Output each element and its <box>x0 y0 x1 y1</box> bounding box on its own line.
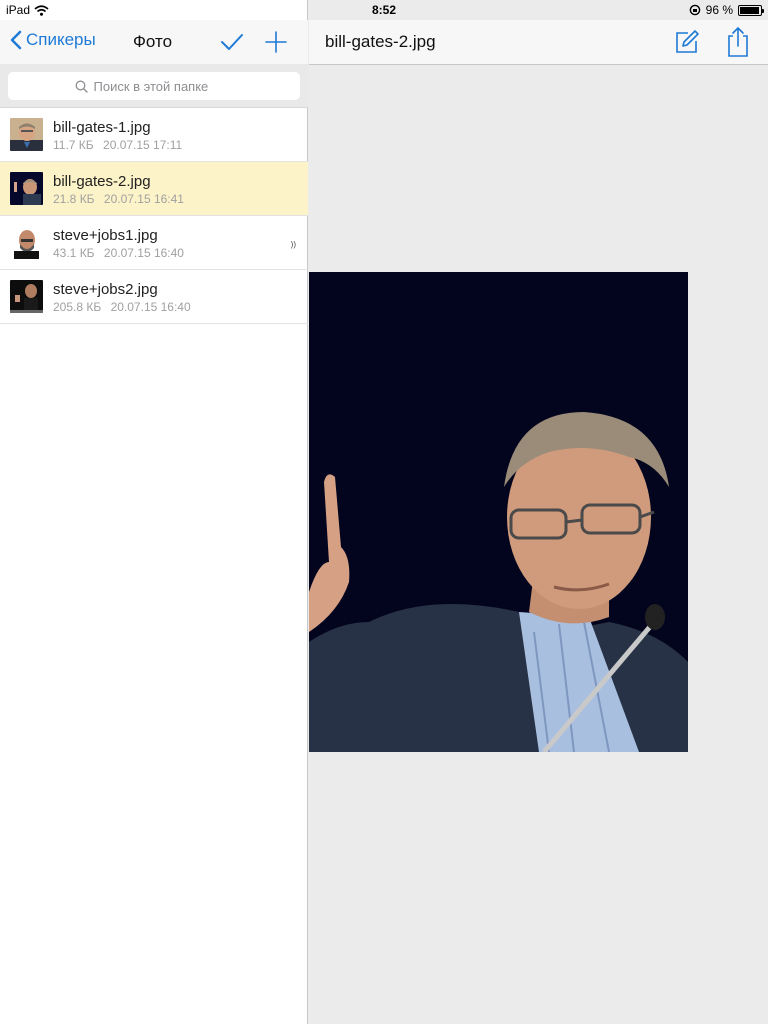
file-size: 11.7 КБ <box>53 138 94 152</box>
chevron-left-icon <box>10 30 22 50</box>
file-meta: 21.8 КБ 20.07.15 16:41 <box>53 192 184 206</box>
file-date: 20.07.15 17:11 <box>103 138 183 152</box>
file-size: 205.8 КБ <box>53 300 102 314</box>
file-meta: 11.7 КБ 20.07.15 17:11 <box>53 138 182 152</box>
file-date: 20.07.15 16:41 <box>103 192 184 206</box>
file-thumbnail <box>10 226 43 259</box>
file-thumbnail <box>10 172 43 205</box>
file-row-bill-gates-1[interactable]: bill-gates-1.jpg 11.7 КБ 20.07.15 17:11 <box>0 108 308 162</box>
file-date: 20.07.15 16:40 <box>103 246 184 260</box>
left-navigation-bar: Спикеры Фото <box>0 20 308 64</box>
file-meta: 43.1 КБ 20.07.15 16:40 <box>53 246 184 260</box>
file-meta: 205.8 КБ 20.07.15 16:40 <box>53 300 191 314</box>
plus-icon <box>265 31 287 53</box>
file-size: 21.8 КБ <box>53 192 95 206</box>
folder-title: Фото <box>133 32 173 51</box>
file-name: bill-gates-2.jpg <box>53 173 151 190</box>
status-bar: iPad 8:52 96 % <box>0 0 768 20</box>
back-button[interactable]: Спикеры <box>10 30 96 50</box>
share-button[interactable] <box>726 26 750 63</box>
battery-percent: 96 % <box>705 3 733 17</box>
checkmark-icon <box>221 34 243 50</box>
file-name: bill-gates-1.jpg <box>53 119 151 136</box>
file-thumbnail <box>10 280 43 313</box>
file-size: 43.1 КБ <box>53 246 95 260</box>
file-name: steve+jobs1.jpg <box>53 227 158 244</box>
status-time: 8:52 <box>371 3 397 17</box>
file-row-steve-jobs-1[interactable]: steve+jobs1.jpg 43.1 КБ 20.07.15 16:40 )… <box>0 216 308 270</box>
search-field[interactable] <box>8 72 300 100</box>
add-button[interactable] <box>264 30 288 59</box>
select-button[interactable] <box>220 30 244 59</box>
status-right: 96 % <box>689 3 764 17</box>
share-icon <box>728 27 748 57</box>
app-root: Спикеры Фото Поиск в этой папке bill-gat… <box>0 0 768 1024</box>
playing-indicator-icon: )) <box>290 240 296 249</box>
search-icon <box>75 80 88 93</box>
edit-button[interactable] <box>674 29 700 60</box>
file-thumbnail <box>10 118 43 151</box>
preview-navigation-bar: bill-gates-2.jpg <box>309 20 768 65</box>
search-input[interactable] <box>93 78 234 94</box>
search-bar <box>0 64 308 108</box>
file-name: steve+jobs2.jpg <box>53 281 158 298</box>
rotation-lock-icon <box>689 4 700 16</box>
edit-icon <box>676 30 699 53</box>
file-list: bill-gates-1.jpg 11.7 КБ 20.07.15 17:11 <box>0 108 308 324</box>
document-title: bill-gates-2.jpg <box>325 32 436 51</box>
file-date: 20.07.15 16:40 <box>110 300 191 314</box>
file-row-steve-jobs-2[interactable]: steve+jobs2.jpg 205.8 КБ 20.07.15 16:40 <box>0 270 308 324</box>
back-button-label: Спикеры <box>26 30 96 49</box>
photo-image <box>309 272 688 752</box>
battery-icon <box>738 4 764 16</box>
file-browser-pane: Спикеры Фото Поиск в этой папке bill-gat… <box>0 0 308 1024</box>
image-preview[interactable] <box>309 272 688 752</box>
battery-level-fill <box>740 6 760 14</box>
file-row-bill-gates-2[interactable]: bill-gates-2.jpg 21.8 КБ 20.07.15 16:41 <box>0 162 308 216</box>
